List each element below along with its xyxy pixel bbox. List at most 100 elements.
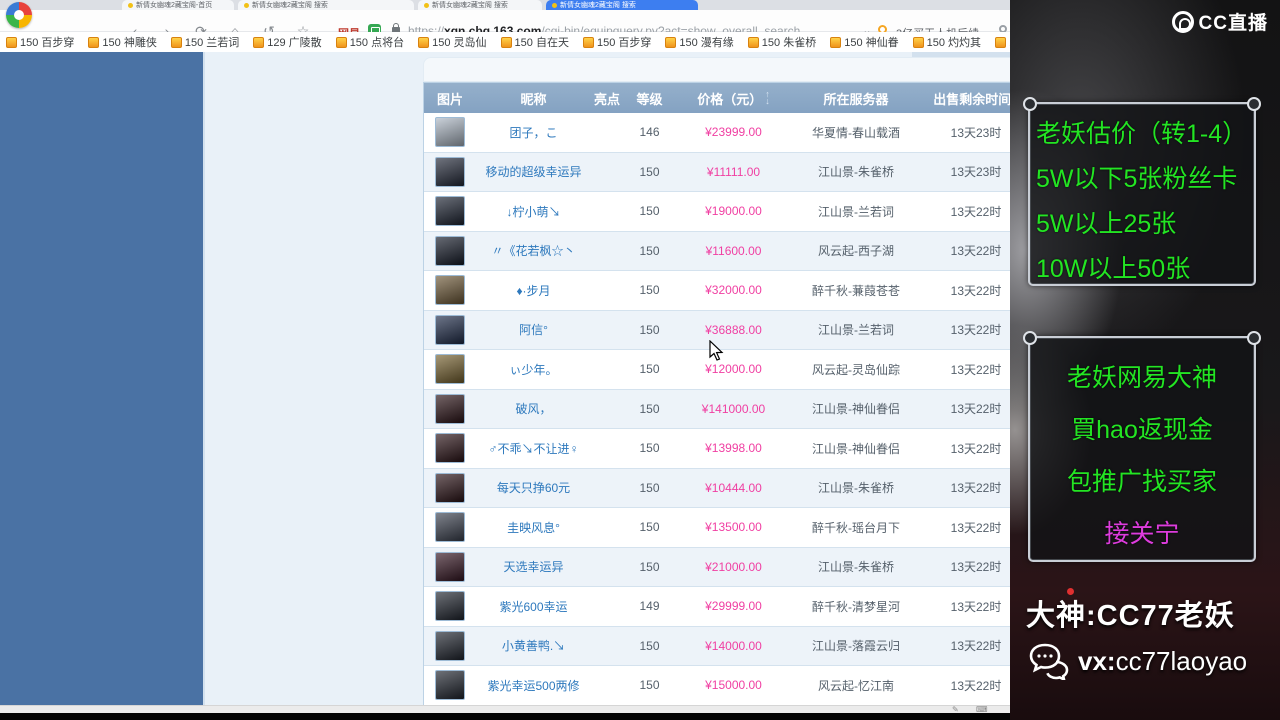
bookmark-item[interactable]: 150 兰若词 bbox=[170, 34, 239, 50]
overlay-text-line: 老妖网易大神 bbox=[1066, 364, 1217, 392]
character-avatar[interactable] bbox=[435, 235, 465, 266]
character-name-link[interactable]: 天选幸运异 bbox=[476, 548, 591, 587]
table-row: ♦·步月150¥32000.00醉千秋-蒹葭苍苍13天22时购买 bbox=[424, 271, 1010, 311]
character-name-link[interactable]: 紫光600幸运 bbox=[476, 587, 591, 626]
column-header: 所在服务器 bbox=[823, 91, 889, 107]
bookmark-item[interactable]: 150 点将台 bbox=[335, 34, 405, 50]
character-avatar[interactable] bbox=[435, 354, 465, 385]
promo-panel: 老妖网易大神 買hao返现金 包推广找买家 接关宁 bbox=[1023, 331, 1261, 562]
cell-price: ¥13998.00 bbox=[705, 441, 762, 456]
bookmark-favicon-icon bbox=[253, 36, 265, 48]
bookmark-item[interactable]: 150 百步穿 bbox=[582, 34, 652, 50]
character-name-link[interactable]: 团子，こ bbox=[476, 113, 591, 152]
cell-server: 醉千秋-清梦星河 bbox=[812, 599, 900, 614]
bookmark-item[interactable]: 150 朱雀桥 bbox=[747, 34, 817, 50]
cell-img bbox=[424, 232, 476, 271]
character-name-link[interactable]: 小黄善鸭.↘ bbox=[476, 627, 591, 666]
bookmark-item[interactable]: 150 神仙眷 bbox=[830, 34, 899, 50]
character-name-link[interactable]: 移动的超级幸运异 bbox=[476, 153, 591, 192]
column-header: 昵称 bbox=[520, 91, 547, 107]
character-name-link[interactable]: ♦·步月 bbox=[476, 271, 591, 310]
character-avatar[interactable] bbox=[435, 670, 465, 701]
content-top-strip bbox=[423, 57, 1010, 82]
bookmark-item[interactable]: 150 自在天 bbox=[500, 34, 569, 50]
table-row: 紫光600幸运149¥29999.00醉千秋-清梦星河13天22时购买 bbox=[424, 587, 1010, 627]
cell-price: ¥11600.00 bbox=[705, 243, 762, 258]
tab-favicon-icon bbox=[128, 2, 133, 8]
bookmark-item[interactable]: 150 百步穿 bbox=[6, 34, 74, 50]
character-avatar[interactable] bbox=[435, 314, 465, 345]
cell-price: ¥12000.00 bbox=[705, 362, 762, 377]
sort-arrows-icon[interactable]: ↑ ↓ bbox=[765, 90, 770, 106]
browser-tab[interactable]: 新倩女幽魂2藏宝阁 搜索 bbox=[418, 0, 542, 10]
character-avatar[interactable] bbox=[435, 393, 465, 424]
cell-server: 风云起-西子湖 bbox=[818, 244, 894, 259]
sortable-column-header[interactable]: 价格（元） ↑ ↓ bbox=[676, 83, 791, 113]
table-row: ↓柠小萌↘150¥19000.00江山景-兰若词13天22时购买 bbox=[424, 192, 1010, 232]
cell-spot bbox=[591, 390, 623, 429]
bookmark-favicon-icon bbox=[170, 36, 182, 48]
character-avatar[interactable] bbox=[435, 433, 465, 464]
cell-img bbox=[424, 271, 476, 310]
character-avatar[interactable] bbox=[435, 630, 465, 661]
character-avatar[interactable] bbox=[435, 472, 465, 503]
cell-time: 13天22时 bbox=[950, 520, 1002, 535]
screen: 新倩女幽魂2藏宝阁-首页 新倩女幽魂2藏宝阁 搜索 新倩女幽魂2藏宝阁 搜索 新倩女幽… bbox=[0, 0, 1280, 720]
taskbar-strip: ✎ ⌨ bbox=[0, 705, 1010, 714]
bookmark-label: 150 百步穿 bbox=[596, 37, 652, 49]
character-name-link[interactable]: 破风， bbox=[476, 390, 591, 429]
cell-img bbox=[424, 587, 476, 626]
bookmark-label: 150 点将台 bbox=[349, 37, 405, 49]
browser-tab[interactable]: 新倩女幽魂2藏宝阁 搜索 bbox=[546, 0, 698, 10]
browser-tab[interactable]: 新倩女幽魂2藏宝阁 搜索 bbox=[238, 0, 414, 10]
sortable-column-header[interactable]: 出售剩余时间↑↓ bbox=[921, 83, 1010, 113]
bookmark-item[interactable]: 150 漫有缘 bbox=[995, 34, 1010, 50]
cell-server: 江山景-朱雀桥 bbox=[818, 560, 894, 575]
wechat-id: vx:cc77laoyao bbox=[1078, 645, 1248, 676]
character-avatar[interactable] bbox=[435, 275, 465, 306]
bookmark-item[interactable]: 150 漫有缘 bbox=[665, 34, 734, 50]
cell-img bbox=[424, 390, 476, 429]
character-avatar[interactable] bbox=[435, 196, 465, 227]
character-name-link[interactable]: ♂不乖↘不让进♀ bbox=[476, 429, 591, 468]
table-body: 团子，こ146¥23999.00华夏情-春山载酒13天23时购买移动的超级幸运异… bbox=[424, 113, 1010, 705]
cell-server: 醉千秋-瑶台月下 bbox=[812, 520, 900, 535]
table-header-row: 图片 昵称 亮点等级价格（元）↑↓ 所在服务器 出售剩余时间↑↓ bbox=[424, 83, 1010, 113]
character-avatar[interactable] bbox=[435, 512, 465, 543]
bookmark-item[interactable]: 150 神雕侠 bbox=[88, 34, 157, 50]
bookmark-label: 150 朱雀桥 bbox=[761, 37, 817, 49]
table-row: 每天只挣60元150¥10444.00江山景-朱雀桥13天22时购买 bbox=[424, 468, 1010, 509]
tab-label: 新倩女幽魂2藏宝阁 搜索 bbox=[252, 2, 328, 9]
cell-server: 江山景-朱雀桥 bbox=[818, 481, 894, 496]
character-avatar[interactable] bbox=[435, 551, 465, 582]
bookmark-favicon-icon bbox=[418, 36, 430, 48]
cell-level: 150 bbox=[639, 283, 660, 298]
character-name-link[interactable]: 圭映风息° bbox=[476, 508, 591, 547]
character-name-link[interactable]: 紫光幸运500两修 bbox=[476, 666, 591, 705]
browser-logo-icon[interactable] bbox=[6, 2, 32, 28]
cell-time: 13天23时 bbox=[950, 165, 1002, 180]
cc-live-text: CC直播 bbox=[1198, 13, 1268, 34]
character-name-link[interactable]: 每天只挣60元 bbox=[476, 469, 591, 508]
cell-level: 150 bbox=[639, 480, 660, 495]
cell-level: 149 bbox=[639, 599, 660, 614]
character-name-link[interactable]: ↓柠小萌↘ bbox=[476, 192, 591, 231]
cell-level: 150 bbox=[639, 401, 660, 416]
cell-spot bbox=[591, 192, 623, 231]
character-avatar[interactable] bbox=[435, 591, 465, 622]
character-avatar[interactable] bbox=[435, 156, 465, 187]
character-name-link[interactable]: 〃《花若枫☆丶 bbox=[476, 232, 591, 271]
bookmark-item[interactable]: 129 广陵散 bbox=[253, 34, 322, 50]
page-left-margin bbox=[0, 52, 203, 705]
bookmark-item[interactable]: 150 灵岛仙 bbox=[418, 34, 487, 50]
table-row: 圭映风息°150¥13500.00醉千秋-瑶台月下13天22时购买 bbox=[424, 508, 1010, 548]
browser-tab[interactable]: 新倩女幽魂2藏宝阁-首页 bbox=[122, 0, 234, 10]
cell-time: 13天22时 bbox=[950, 283, 1002, 298]
character-avatar[interactable] bbox=[435, 117, 465, 148]
bookmark-item[interactable]: 150 灼灼其 bbox=[912, 34, 981, 50]
overlay-accent-line: 接关宁 bbox=[1104, 520, 1180, 548]
cell-price: ¥11111.00 bbox=[706, 164, 761, 179]
character-name-link[interactable]: ぃ少年。 bbox=[476, 350, 591, 389]
character-name-link[interactable]: 阿信° bbox=[476, 311, 591, 350]
table-row: 破风，150¥141000.00江山景-神仙眷侣13天22时购买 bbox=[424, 389, 1010, 430]
